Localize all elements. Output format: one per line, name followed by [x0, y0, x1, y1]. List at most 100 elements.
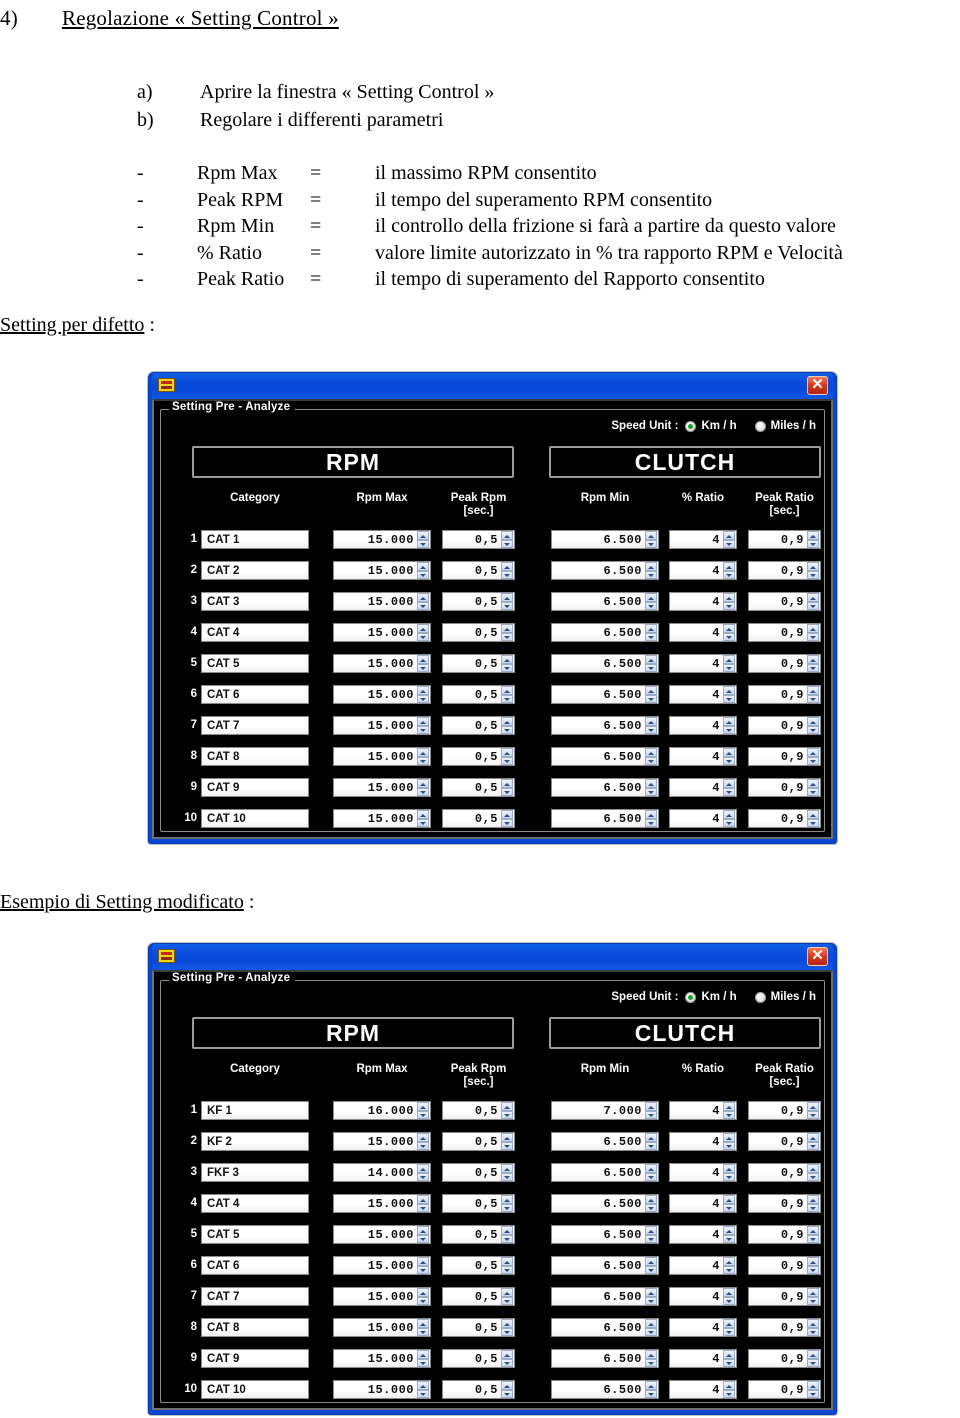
pct-ratio-stepper[interactable]: 4	[669, 561, 737, 580]
spinner-up-icon[interactable]	[417, 531, 429, 540]
category-input[interactable]: KF 1	[201, 1101, 309, 1120]
spinner-down-icon[interactable]	[723, 1141, 735, 1150]
pct-ratio-spinner[interactable]	[723, 624, 735, 641]
spinner-down-icon[interactable]	[645, 632, 657, 641]
peak-ratio-spinner[interactable]	[807, 655, 819, 672]
spinner-up-icon[interactable]	[417, 1319, 429, 1328]
spinner-down-icon[interactable]	[501, 818, 513, 827]
peak-rpm-stepper[interactable]: 0,5	[442, 1225, 515, 1244]
peak-ratio-stepper[interactable]: 0,9	[748, 747, 821, 766]
spinner-down-icon[interactable]	[807, 1234, 819, 1243]
peak-rpm-stepper[interactable]: 0,5	[442, 592, 515, 611]
spinner-up-icon[interactable]	[417, 779, 429, 788]
spinner-up-icon[interactable]	[645, 1350, 657, 1359]
category-input[interactable]: CAT 9	[201, 1349, 309, 1368]
spinner-down-icon[interactable]	[645, 1265, 657, 1274]
peak-rpm-spinner[interactable]	[501, 1164, 513, 1181]
peak-rpm-spinner[interactable]	[501, 1102, 513, 1119]
peak-rpm-spinner[interactable]	[501, 562, 513, 579]
spinner-down-icon[interactable]	[501, 663, 513, 672]
spinner-up-icon[interactable]	[501, 1226, 513, 1235]
peak-ratio-stepper[interactable]: 0,9	[748, 1349, 821, 1368]
spinner-down-icon[interactable]	[417, 570, 429, 579]
rpm-max-stepper[interactable]: 15.000	[333, 778, 431, 797]
rpm-min-stepper[interactable]: 6.500	[551, 747, 659, 766]
spinner-up-icon[interactable]	[807, 655, 819, 664]
spinner-down-icon[interactable]	[807, 1265, 819, 1274]
rpm-min-stepper[interactable]: 6.500	[551, 530, 659, 549]
peak-ratio-spinner[interactable]	[807, 779, 819, 796]
peak-rpm-stepper[interactable]: 0,5	[442, 1318, 515, 1337]
peak-ratio-spinner[interactable]	[807, 562, 819, 579]
rpm-min-spinner[interactable]	[645, 624, 657, 641]
spinner-up-icon[interactable]	[501, 1102, 513, 1111]
peak-ratio-spinner[interactable]	[807, 717, 819, 734]
spinner-down-icon[interactable]	[417, 1265, 429, 1274]
spinner-down-icon[interactable]	[417, 663, 429, 672]
spinner-down-icon[interactable]	[501, 570, 513, 579]
rpm-min-stepper[interactable]: 6.500	[551, 654, 659, 673]
spinner-up-icon[interactable]	[645, 686, 657, 695]
spinner-down-icon[interactable]	[417, 1110, 429, 1119]
rpm-max-stepper[interactable]: 15.000	[333, 1132, 431, 1151]
pct-ratio-stepper[interactable]: 4	[669, 1256, 737, 1275]
rpm-max-spinner[interactable]	[417, 717, 429, 734]
spinner-down-icon[interactable]	[645, 1327, 657, 1336]
peak-ratio-stepper[interactable]: 0,9	[748, 1225, 821, 1244]
spinner-up-icon[interactable]	[723, 1226, 735, 1235]
category-input[interactable]: CAT 10	[201, 809, 309, 828]
spinner-down-icon[interactable]	[807, 694, 819, 703]
rpm-max-spinner[interactable]	[417, 593, 429, 610]
spinner-up-icon[interactable]	[645, 1164, 657, 1173]
rpm-min-stepper[interactable]: 6.500	[551, 1256, 659, 1275]
pct-ratio-spinner[interactable]	[723, 1164, 735, 1181]
spinner-up-icon[interactable]	[417, 1226, 429, 1235]
spinner-up-icon[interactable]	[807, 810, 819, 819]
spinner-down-icon[interactable]	[723, 1172, 735, 1181]
peak-ratio-spinner[interactable]	[807, 1226, 819, 1243]
pct-ratio-stepper[interactable]: 4	[669, 654, 737, 673]
spinner-up-icon[interactable]	[807, 1350, 819, 1359]
spinner-up-icon[interactable]	[645, 1102, 657, 1111]
pct-ratio-stepper[interactable]: 4	[669, 778, 737, 797]
spinner-down-icon[interactable]	[723, 1110, 735, 1119]
category-input[interactable]: CAT 1	[201, 530, 309, 549]
rpm-max-stepper[interactable]: 15.000	[333, 1349, 431, 1368]
peak-ratio-spinner[interactable]	[807, 593, 819, 610]
spinner-up-icon[interactable]	[645, 748, 657, 757]
spinner-down-icon[interactable]	[417, 1389, 429, 1398]
pct-ratio-spinner[interactable]	[723, 1226, 735, 1243]
spinner-up-icon[interactable]	[723, 655, 735, 664]
rpm-min-spinner[interactable]	[645, 1164, 657, 1181]
spinner-down-icon[interactable]	[645, 1172, 657, 1181]
peak-rpm-spinner[interactable]	[501, 593, 513, 610]
pct-ratio-spinner[interactable]	[723, 1381, 735, 1398]
peak-rpm-stepper[interactable]: 0,5	[442, 1349, 515, 1368]
spinner-up-icon[interactable]	[417, 593, 429, 602]
rpm-max-spinner[interactable]	[417, 1288, 429, 1305]
pct-ratio-stepper[interactable]: 4	[669, 685, 737, 704]
spinner-down-icon[interactable]	[645, 725, 657, 734]
peak-ratio-spinner[interactable]	[807, 1257, 819, 1274]
peak-rpm-spinner[interactable]	[501, 1288, 513, 1305]
rpm-min-spinner[interactable]	[645, 1133, 657, 1150]
spinner-down-icon[interactable]	[807, 601, 819, 610]
category-input[interactable]: CAT 7	[201, 716, 309, 735]
peak-rpm-spinner[interactable]	[501, 686, 513, 703]
peak-ratio-stepper[interactable]: 0,9	[748, 1194, 821, 1213]
peak-ratio-stepper[interactable]: 0,9	[748, 778, 821, 797]
spinner-down-icon[interactable]	[723, 1327, 735, 1336]
rpm-max-spinner[interactable]	[417, 686, 429, 703]
peak-ratio-stepper[interactable]: 0,9	[748, 1132, 821, 1151]
spinner-down-icon[interactable]	[807, 1141, 819, 1150]
spinner-down-icon[interactable]	[417, 1327, 429, 1336]
spinner-up-icon[interactable]	[645, 779, 657, 788]
rpm-max-spinner[interactable]	[417, 1350, 429, 1367]
radio-icon[interactable]	[754, 420, 766, 432]
pct-ratio-spinner[interactable]	[723, 562, 735, 579]
peak-ratio-stepper[interactable]: 0,9	[748, 654, 821, 673]
rpm-max-stepper[interactable]: 15.000	[333, 1380, 431, 1399]
spinner-down-icon[interactable]	[501, 1203, 513, 1212]
rpm-max-spinner[interactable]	[417, 1257, 429, 1274]
spinner-down-icon[interactable]	[417, 539, 429, 548]
